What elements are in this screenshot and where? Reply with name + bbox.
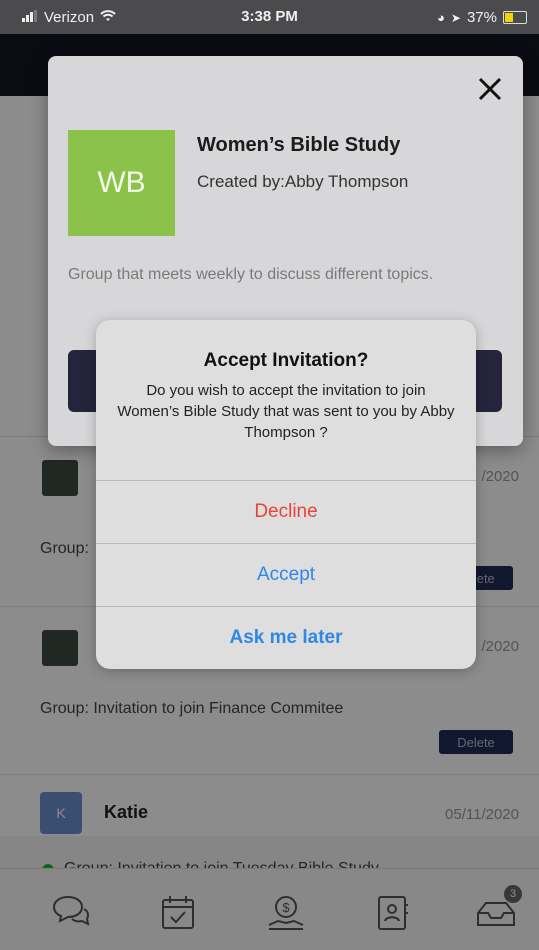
alert-title: Accept Invitation? — [203, 350, 369, 371]
screen: Verizon 3:38 PM ◕ ➤ 37% /2020 Group: Del… — [0, 0, 539, 950]
accept-button[interactable]: Accept — [96, 543, 476, 606]
group-description: Group that meets weekly to discuss diffe… — [68, 266, 434, 283]
status-right: ◕ ➤ 37% — [437, 9, 527, 26]
decline-button[interactable]: Decline — [96, 480, 476, 543]
alert-message: Do you wish to accept the invitation to … — [117, 382, 455, 441]
ask-me-later-button[interactable]: Ask me later — [96, 606, 476, 669]
accept-invitation-alert: Accept Invitation? Do you wish to accept… — [96, 320, 476, 669]
group-title: Women’s Bible Study — [197, 134, 401, 156]
location-icon: ➤ — [450, 10, 461, 25]
battery-percent: 37% — [466, 9, 497, 26]
close-icon — [478, 77, 502, 101]
group-creator: Created by:Abby Thompson — [197, 172, 409, 191]
status-bar: Verizon 3:38 PM ◕ ➤ 37% — [0, 0, 539, 34]
battery-icon — [503, 11, 527, 24]
group-avatar: WB — [68, 130, 175, 236]
orientation-lock-icon: ◕ — [437, 10, 445, 25]
close-button[interactable] — [477, 76, 503, 102]
